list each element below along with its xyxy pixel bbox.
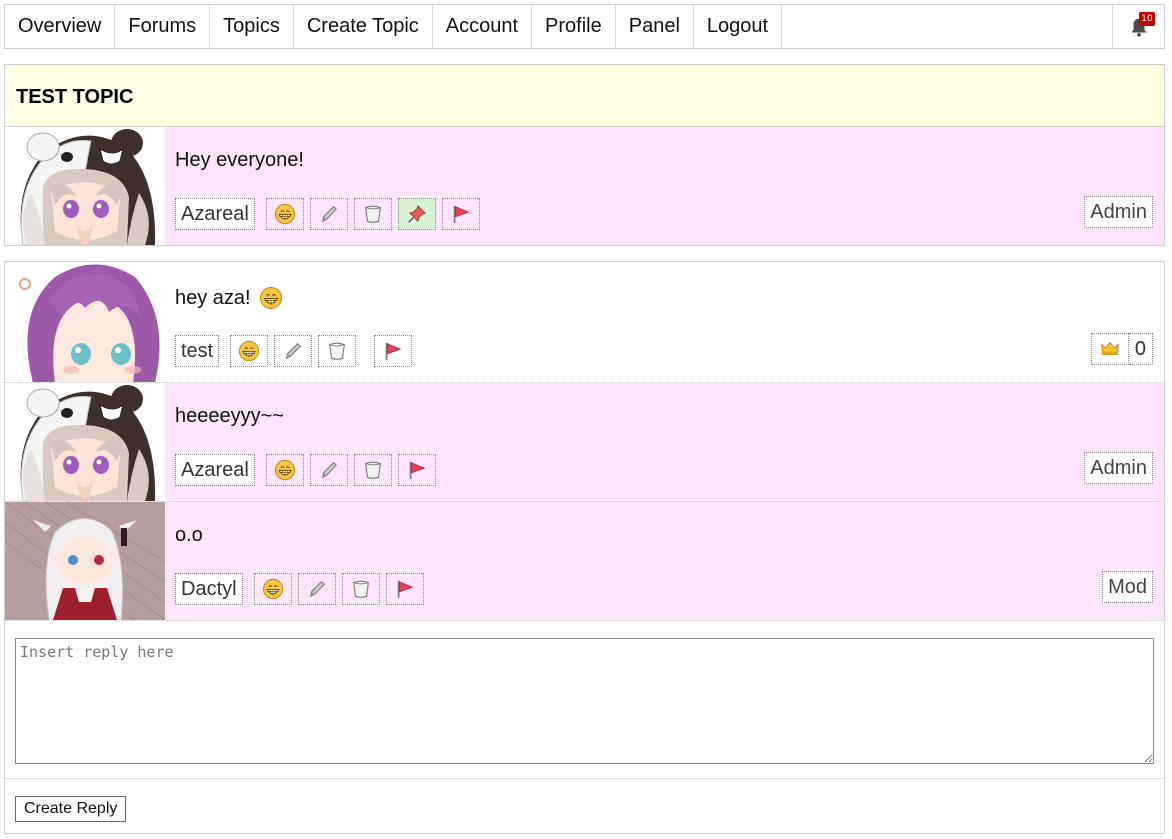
like-button[interactable] [253,573,292,605]
username-link[interactable]: Azareal [175,454,255,486]
post-text: hey aza! [175,286,251,309]
post-body: heeeeyyy~~ Azareal Admin [165,383,1164,501]
role-badge: Mod [1102,571,1153,603]
edit-button[interactable] [297,573,336,605]
nav-account[interactable]: Account [433,5,533,48]
reply-post: hey aza! test 0 [5,262,1164,383]
nav-topics[interactable]: Topics [210,5,294,48]
create-reply-button[interactable]: Create Reply [15,796,127,822]
pencil-icon [318,203,340,225]
reply-textarea[interactable] [15,638,1154,764]
like-count: 0 [1128,333,1153,365]
post-controls: Dactyl [175,573,430,605]
nav-create-topic[interactable]: Create Topic [294,5,433,48]
edit-button[interactable] [274,335,313,367]
delete-button[interactable] [353,198,392,230]
edit-button[interactable] [309,454,348,486]
avatar-image [5,502,165,620]
grin-emoji-icon [274,459,296,481]
reply-post: o.o Dactyl Mod [5,502,1164,621]
post-controls: Azareal [175,454,442,486]
post-content: o.o [175,524,203,547]
grin-emoji-icon [274,203,296,225]
nav-forums[interactable]: Forums [115,5,211,48]
trash-icon [362,203,384,225]
post-body: hey aza! test 0 [165,262,1164,382]
nav-panel[interactable]: Panel [616,5,694,48]
avatar-image [5,262,165,382]
username-link[interactable]: Dactyl [175,573,243,605]
topic-container: TEST TOPIC Hey everyone! Azareal Admin [4,64,1165,246]
post-text: heeeeyyy~~ [175,405,284,427]
pencil-icon [318,459,340,481]
pencil-icon [306,578,328,600]
opening-post: Hey everyone! Azareal Admin [5,127,1164,245]
post-body: o.o Dactyl Mod [165,502,1164,620]
topic-title: TEST TOPIC [5,65,1164,127]
flag-icon [450,203,472,225]
reply-post: heeeeyyy~~ Azareal Admin [5,383,1164,502]
grin-emoji-icon [262,578,284,600]
nav-overview[interactable]: Overview [5,5,116,48]
report-button[interactable] [397,454,436,486]
post-text: o.o [175,524,203,546]
crown-icon-box [1090,333,1129,365]
divider [5,778,1164,779]
role-badge: Admin [1084,452,1153,484]
report-button[interactable] [441,198,480,230]
role-badge: Admin [1084,196,1153,228]
trash-icon [326,340,348,362]
flag-icon [406,459,428,481]
avatar[interactable] [5,502,165,620]
replies-container: hey aza! test 0 heeeeyyy~~ Azareal Admin… [4,261,1165,834]
avatar-image [5,127,165,245]
post-content: hey aza! [175,286,283,310]
flag-icon [394,578,416,600]
post-content: Hey everyone! [175,149,304,172]
grin-emoji-icon [259,286,283,310]
notification-count-badge: 10 [1139,12,1155,26]
report-button[interactable] [374,335,413,367]
notifications-button[interactable]: 10 [1112,5,1164,48]
top-nav: Overview Forums Topics Create Topic Acco… [4,4,1165,49]
post-controls: Azareal [175,198,486,230]
pin-button[interactable] [397,198,436,230]
avatar[interactable] [5,383,165,501]
trash-icon [350,578,372,600]
avatar[interactable] [5,127,165,245]
post-controls: test [175,335,418,367]
post-text: Hey everyone! [175,149,304,171]
post-body: Hey everyone! Azareal Admin [165,127,1164,245]
edit-button[interactable] [309,198,348,230]
delete-button[interactable] [341,573,380,605]
delete-button[interactable] [353,454,392,486]
username-link[interactable]: Azareal [175,198,255,230]
crown-icon [1099,338,1121,360]
nav-logout[interactable]: Logout [694,5,783,48]
flag-icon [382,340,404,362]
pin-icon [406,203,428,225]
grin-emoji-icon [238,340,260,362]
trash-icon [362,459,384,481]
username-link[interactable]: test [175,335,220,367]
post-content: heeeeyyy~~ [175,405,284,428]
nav-profile[interactable]: Profile [532,5,616,48]
like-count-badge: 0 [1090,333,1153,365]
like-button[interactable] [265,198,304,230]
pencil-icon [282,340,304,362]
avatar[interactable] [5,262,165,382]
like-button[interactable] [230,335,269,367]
report-button[interactable] [385,573,424,605]
avatar-image [5,383,165,501]
delete-button[interactable] [318,335,357,367]
like-button[interactable] [265,454,304,486]
